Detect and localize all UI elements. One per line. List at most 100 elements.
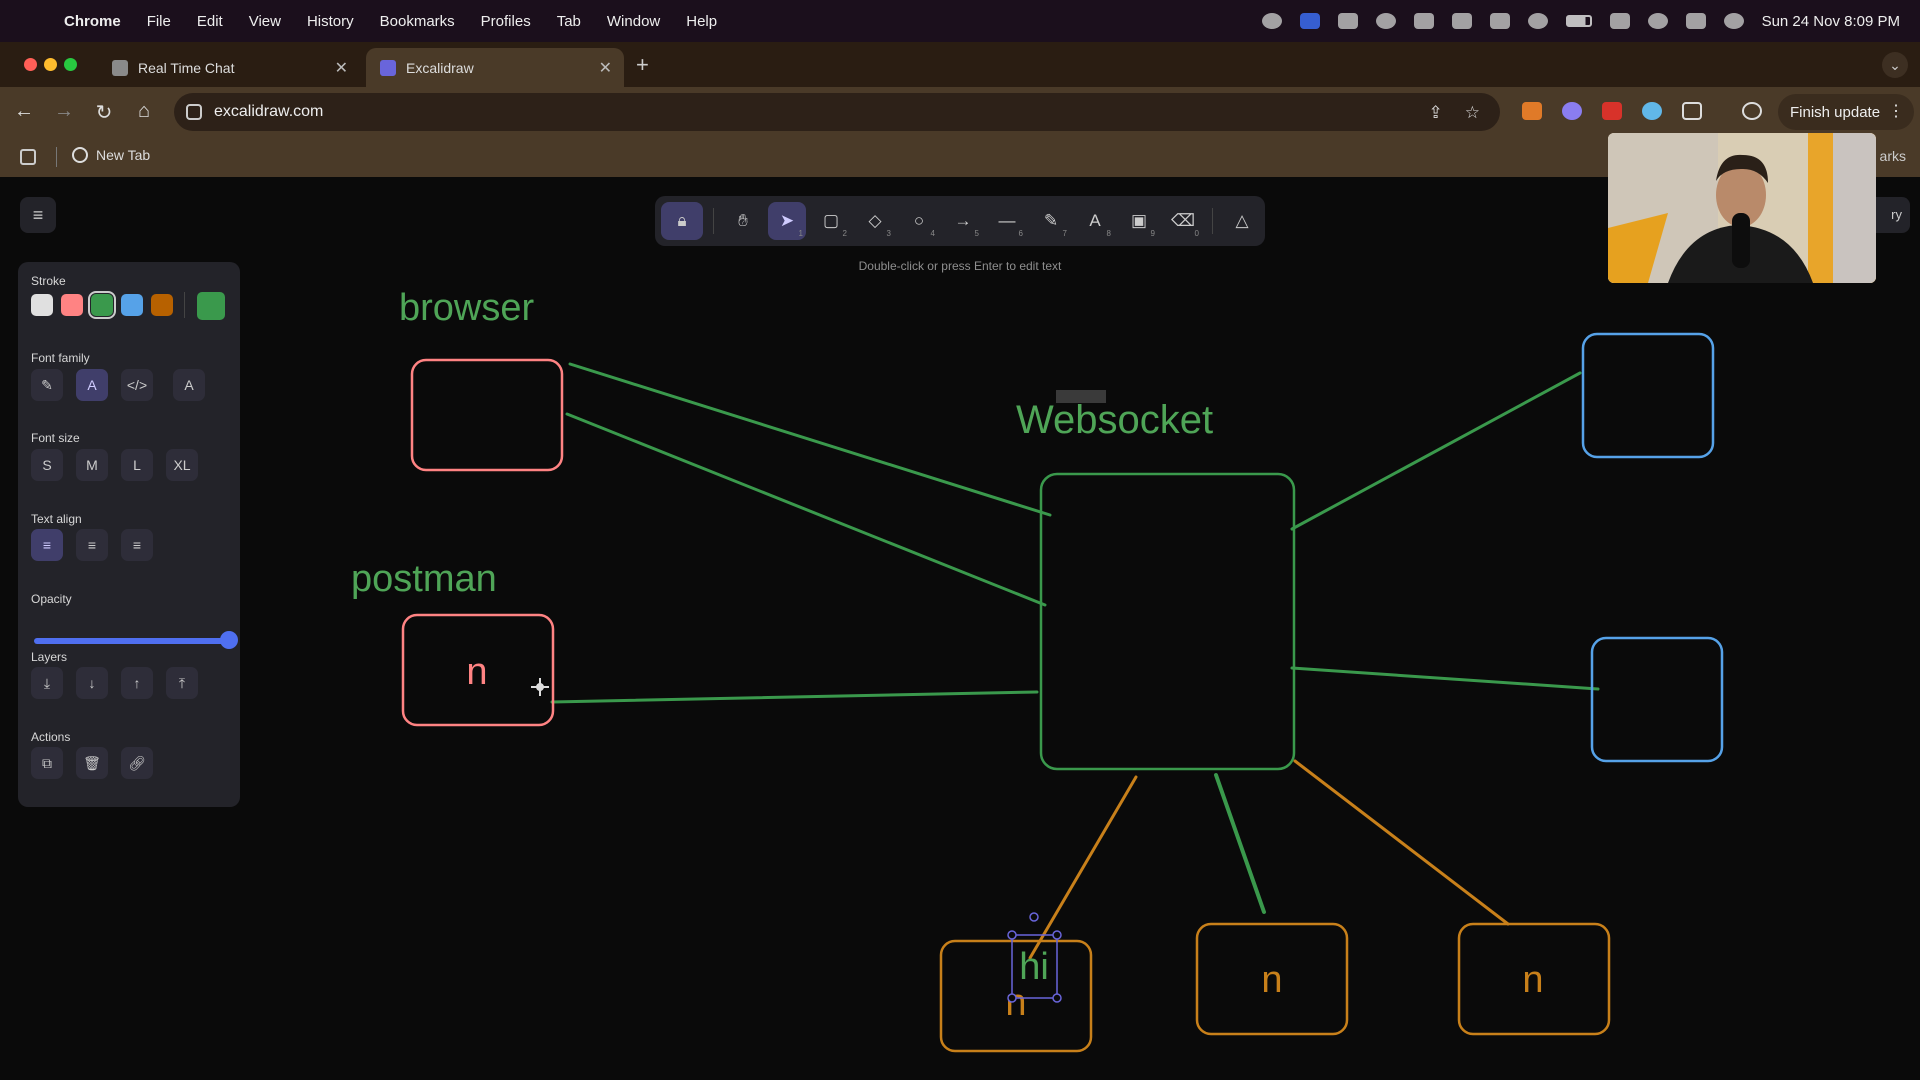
stroke-swatch-green[interactable]	[88, 291, 116, 319]
font-size-l-button[interactable]: L	[121, 449, 153, 481]
address-bar[interactable]: excalidraw.com ⇪ ☆	[174, 93, 1500, 131]
finish-update-button[interactable]: Finish update ⋮	[1778, 94, 1914, 130]
status-app-icon[interactable]	[1261, 13, 1282, 29]
postman-box-text[interactable]: n	[466, 651, 487, 693]
tool-selection[interactable]: ➤ 1	[768, 202, 806, 240]
tool-extra-tools[interactable]: △	[1223, 202, 1261, 240]
bottom-right-box-text[interactable]: n	[1522, 959, 1543, 1001]
font-handdrawn-button[interactable]: ✎	[31, 369, 63, 401]
siri-icon[interactable]	[1723, 13, 1744, 29]
line-browser-to-websocket[interactable]	[568, 362, 1052, 517]
websocket-box[interactable]	[1039, 472, 1296, 771]
new-tab-button[interactable]: +	[636, 52, 649, 78]
opacity-slider-thumb[interactable]	[220, 631, 238, 649]
resize-handle[interactable]	[1052, 930, 1062, 940]
reload-button[interactable]: ↻	[92, 100, 116, 125]
search-icon[interactable]	[1647, 13, 1668, 29]
excalidraw-canvas[interactable]: browser postman Websocket n n n n hi ≡ �	[0, 177, 1920, 1080]
resize-handle[interactable]	[1052, 993, 1062, 1003]
tool-arrow[interactable]: → 5	[944, 202, 982, 240]
send-backward-button[interactable]: ↓	[76, 667, 108, 699]
close-window-button[interactable]	[24, 58, 37, 71]
tab-excalidraw[interactable]: Excalidraw ✕	[366, 48, 624, 87]
bring-to-front-button[interactable]: ⤒	[166, 667, 198, 699]
line-browser-to-websocket[interactable]	[565, 412, 1047, 607]
align-center-button[interactable]: ≡	[76, 529, 108, 561]
bring-forward-button[interactable]: ↑	[121, 667, 153, 699]
font-size-xl-button[interactable]: XL	[166, 449, 198, 481]
tool-ellipse[interactable]: ○ 4	[900, 202, 938, 240]
menu-history[interactable]: History	[307, 13, 354, 30]
display-icon[interactable]	[1451, 13, 1472, 29]
minimize-window-button[interactable]	[44, 58, 57, 71]
apple-menu-icon[interactable]	[22, 11, 40, 31]
font-size-s-button[interactable]: S	[31, 449, 63, 481]
font-code-button[interactable]: </>	[121, 369, 153, 401]
battery-icon[interactable]	[1565, 15, 1592, 27]
close-tab-icon[interactable]: ✕	[599, 58, 612, 78]
menu-tab[interactable]: Tab	[557, 13, 581, 30]
metamask-extension-icon[interactable]	[1522, 102, 1542, 120]
line-postman-to-websocket[interactable]	[550, 690, 1039, 704]
stroke-swatch-orange[interactable]	[151, 294, 173, 316]
stroke-current-color[interactable]	[197, 292, 225, 320]
align-right-button[interactable]: ≡	[121, 529, 153, 561]
tool-line[interactable]: —6	[988, 202, 1026, 240]
close-tab-icon[interactable]: ✕	[335, 58, 348, 78]
home-button[interactable]: ⌂	[132, 100, 156, 123]
forward-button[interactable]: →	[52, 100, 76, 123]
resize-handle[interactable]	[1007, 930, 1017, 940]
menu-help[interactable]: Help	[686, 13, 717, 30]
menu-bookmarks[interactable]: Bookmarks	[380, 13, 455, 30]
tool-image[interactable]: ▣ 9	[1120, 202, 1158, 240]
duplicate-button[interactable]: ⧉	[31, 747, 63, 779]
wifi-icon[interactable]	[1609, 13, 1630, 29]
zoom-icon[interactable]	[1299, 13, 1320, 29]
cloud-icon[interactable]	[1337, 13, 1358, 29]
tool-diamond[interactable]: ◇ 3	[856, 202, 894, 240]
apps-grid-icon[interactable]	[20, 149, 36, 165]
bottom-left-box-text[interactable]: n	[1005, 982, 1026, 1024]
tool-lock[interactable]: 🔒︎	[661, 202, 703, 240]
moon-icon[interactable]	[1527, 13, 1548, 29]
link-button[interactable]: 🔗︎	[121, 747, 153, 779]
line-websocket-to-client[interactable]	[1290, 666, 1600, 691]
align-left-button[interactable]: ≡	[31, 529, 63, 561]
line-websocket-to-bottom-mid[interactable]	[1214, 773, 1266, 914]
vpn-icon[interactable]	[1413, 13, 1434, 29]
browser-label[interactable]: browser	[399, 287, 534, 329]
extension-icon[interactable]	[1562, 102, 1582, 120]
tool-rectangle[interactable]: ▢ 2	[812, 202, 850, 240]
client-box-top[interactable]	[1581, 332, 1715, 459]
react-devtools-icon[interactable]	[1642, 102, 1662, 120]
browser-box[interactable]	[410, 358, 564, 472]
menu-edit[interactable]: Edit	[197, 13, 223, 30]
all-bookmarks-label[interactable]: arks	[1880, 148, 1906, 164]
menu-file[interactable]: File	[147, 13, 171, 30]
menu-app-name[interactable]: Chrome	[64, 13, 121, 30]
main-menu-button[interactable]: ≡	[20, 197, 56, 233]
status-circle-icon[interactable]	[1375, 13, 1396, 29]
menu-profiles[interactable]: Profiles	[481, 13, 531, 30]
tool-hand[interactable]: ✋︎	[724, 202, 762, 240]
line-websocket-to-client[interactable]	[1290, 371, 1582, 531]
cat-icon[interactable]	[1489, 13, 1510, 29]
postman-label[interactable]: postman	[351, 558, 497, 600]
site-info-icon[interactable]	[186, 104, 202, 120]
more-menu-icon[interactable]: ⋮	[1888, 101, 1904, 121]
extension-icon[interactable]	[1602, 102, 1622, 120]
profile-icon[interactable]	[1742, 102, 1762, 120]
stroke-swatch-red[interactable]	[61, 294, 83, 316]
url-text[interactable]: excalidraw.com	[214, 103, 323, 121]
font-more-button[interactable]: A	[173, 369, 205, 401]
control-center-icon[interactable]	[1685, 13, 1706, 29]
font-normal-button[interactable]: A	[76, 369, 108, 401]
back-button[interactable]: ←	[12, 100, 36, 123]
stroke-swatch-white[interactable]	[31, 294, 53, 316]
zoom-window-button[interactable]	[64, 58, 77, 71]
tool-draw[interactable]: ✎ 7	[1032, 202, 1070, 240]
extensions-puzzle-icon[interactable]	[1682, 102, 1702, 120]
bookmark-star-icon[interactable]: ☆	[1465, 103, 1480, 123]
delete-button[interactable]: 🗑︎	[76, 747, 108, 779]
tab-real-time-chat[interactable]: Real Time Chat ✕	[98, 48, 360, 87]
